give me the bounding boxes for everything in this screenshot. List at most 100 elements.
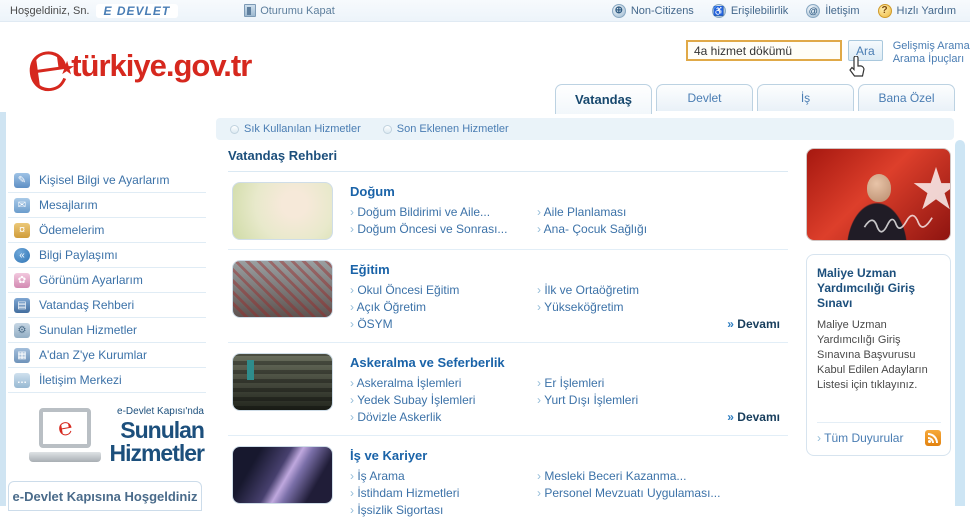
sidebar-item-label: Bilgi Paylaşımı <box>39 248 118 262</box>
service-link[interactable]: Okul Öncesi Eğitim <box>350 282 537 299</box>
advanced-search-link[interactable]: Gelişmiş Arama <box>893 40 970 53</box>
subnav-recent-label: Son Eklenen Hizmetler <box>397 123 509 135</box>
site-logo[interactable]: ℮★ türkiye.gov.tr <box>26 36 251 96</box>
service-link[interactable]: Açık Öğretim <box>350 299 537 316</box>
globe-icon <box>612 4 626 18</box>
link-accessibility[interactable]: Erişilebilirlik <box>712 4 788 18</box>
service-link[interactable]: İşsizlik Sigortası <box>350 502 537 519</box>
service-link[interactable]: Doğum Öncesi ve Sonrası... <box>350 221 537 238</box>
service-link[interactable]: Aile Planlaması <box>537 204 647 221</box>
service-link[interactable]: Er İşlemleri <box>537 375 638 392</box>
section-is-kariyer: İş ve Kariyer İş Arama İstihdam Hizmetle… <box>228 436 788 528</box>
link-quick-help[interactable]: Hızlı Yardım <box>878 4 957 18</box>
section-dogum: Doğum Doğum Bildirimi ve Aile... Doğum Ö… <box>228 172 788 250</box>
subnav-recent-services[interactable]: Son Eklenen Hizmetler <box>383 123 509 135</box>
subnav-frequent-services[interactable]: Sık Kullanılan Hizmetler <box>230 123 361 135</box>
service-link[interactable]: Mesleki Beceri Kazanma... <box>537 468 720 485</box>
ataturk-banner-image[interactable]: ★ <box>806 148 951 241</box>
service-link[interactable]: Personel Mevzuatı Uygulaması... <box>537 485 720 502</box>
service-link[interactable]: ÖSYM <box>350 316 537 333</box>
right-frame-strip <box>955 140 965 506</box>
section-title[interactable]: Askeralma ve Seferberlik <box>350 355 788 370</box>
search-button[interactable]: Ara <box>848 40 883 61</box>
building-icon <box>14 348 30 363</box>
sidebar-item-label: A'dan Z'ye Kurumlar <box>39 348 147 362</box>
service-link[interactable]: Ana- Çocuk Sağlığı <box>537 221 647 238</box>
left-frame-strip <box>0 112 6 506</box>
baby-photo[interactable] <box>232 182 333 240</box>
logout-button[interactable]: Oturumu Kapat <box>244 4 335 17</box>
more-link[interactable]: Devamı <box>727 317 780 331</box>
logo-e-icon: ℮★ <box>22 33 73 98</box>
sidebar-item-messages[interactable]: Mesajlarım <box>8 193 206 218</box>
at-icon <box>806 4 820 18</box>
sidebar-item-contact-center[interactable]: İletişim Merkezi <box>8 368 206 393</box>
promo-line-small: e-Devlet Kapısı'nda <box>109 407 204 417</box>
logo-text: türkiye.gov.tr <box>71 48 251 84</box>
tab-is[interactable]: İş <box>757 84 854 111</box>
sidebar-item-personal-info[interactable]: Kişisel Bilgi ve Ayarlarım <box>8 168 206 193</box>
service-link[interactable]: İlk ve Ortaöğretim <box>537 282 639 299</box>
handshake-photo[interactable] <box>232 446 333 504</box>
service-link[interactable]: Yurt Dışı İşlemleri <box>537 392 638 409</box>
page-title: Vatandaş Rehberi <box>228 148 788 172</box>
service-link[interactable]: İş Arama <box>350 468 537 485</box>
service-link[interactable]: Yükseköğretim <box>537 299 639 316</box>
section-title[interactable]: Eğitim <box>350 262 788 277</box>
welcome-text: Hoşgeldiniz, Sn. <box>10 5 90 17</box>
right-column: ★ Maliye Uzman Yardımcılığı Giriş Sınavı… <box>806 148 951 456</box>
tab-vatandas[interactable]: Vatandaş <box>555 84 652 114</box>
username: E DEVLET <box>96 4 179 18</box>
search-links: Gelişmiş Arama Arama İpuçları <box>893 40 970 66</box>
payments-icon <box>14 223 30 238</box>
tab-devlet[interactable]: Devlet <box>656 84 753 111</box>
topbar-quick-links: Non-Citizens Erişilebilirlik İletişim Hı… <box>612 4 970 18</box>
accessibility-icon <box>712 4 726 18</box>
sidebar-item-institutions-a-z[interactable]: A'dan Z'ye Kurumlar <box>8 343 206 368</box>
service-link[interactable]: Yedek Subay İşlemleri <box>350 392 537 409</box>
tab-bana-ozel[interactable]: Bana Özel <box>858 84 955 111</box>
rss-icon[interactable] <box>925 430 941 446</box>
link-contact[interactable]: İletişim <box>806 4 859 18</box>
service-link[interactable]: Dövizle Askerlik <box>350 409 537 426</box>
promo-line-big2: Hizmetler <box>109 442 204 465</box>
sidebar-item-payments[interactable]: Ödemelerim <box>8 218 206 243</box>
service-link[interactable]: İstihdam Hizmetleri <box>350 485 537 502</box>
sidebar-item-label: Ödemelerim <box>39 223 104 237</box>
search-tips-link[interactable]: Arama İpuçları <box>893 53 970 66</box>
soldiers-photo[interactable] <box>232 353 333 411</box>
section-title[interactable]: İş ve Kariyer <box>350 448 788 463</box>
sidebar-item-offered-services[interactable]: Sunulan Hizmetler <box>8 318 206 343</box>
all-announcements-link[interactable]: Tüm Duyurular <box>817 431 903 445</box>
sidebar-item-citizen-guide[interactable]: Vatandaş Rehberi <box>8 293 206 318</box>
search-input[interactable] <box>686 40 842 61</box>
main-tabs: Vatandaş Devlet İş Bana Özel <box>555 84 955 114</box>
sidebar-item-label: Kişisel Bilgi ve Ayarlarım <box>39 173 170 187</box>
topbar: Hoşgeldiniz, Sn. E DEVLET Oturumu Kapat … <box>0 0 970 22</box>
announcement-body: Maliye Uzman Yardımcılığı Giriş Sınavına… <box>817 318 940 393</box>
sidebar-item-label: Görünüm Ayarlarım <box>39 273 143 287</box>
palette-icon <box>14 273 30 288</box>
service-link[interactable]: Askeralma İşlemleri <box>350 375 537 392</box>
graduation-photo[interactable] <box>232 260 333 318</box>
sidebar-item-label: Vatandaş Rehberi <box>39 298 134 312</box>
sidebar-item-appearance[interactable]: Görünüm Ayarlarım <box>8 268 206 293</box>
subnav: Sık Kullanılan Hizmetler Son Eklenen Hiz… <box>216 118 954 140</box>
share-icon <box>14 248 30 263</box>
sidebar-item-label: Mesajlarım <box>39 198 98 212</box>
section-title[interactable]: Doğum <box>350 184 788 199</box>
mail-icon <box>14 198 30 213</box>
service-link[interactable]: Doğum Bildirimi ve Aile... <box>350 204 537 221</box>
services-promo-banner[interactable]: ℮ e-Devlet Kapısı'nda Sunulan Hizmetler <box>8 407 206 465</box>
sidebar-item-label: İletişim Merkezi <box>39 373 122 387</box>
sidebar-item-label: Sunulan Hizmetler <box>39 323 137 337</box>
session-info: Hoşgeldiniz, Sn. E DEVLET Oturumu Kapat <box>0 4 335 18</box>
sidebar-item-info-sharing[interactable]: Bilgi Paylaşımı <box>8 243 206 268</box>
figure-head <box>867 174 891 202</box>
more-link[interactable]: Devamı <box>727 410 780 424</box>
announcement-title[interactable]: Maliye Uzman Yardımcılığı Giriş Sınavı <box>817 266 940 311</box>
header: ℮★ türkiye.gov.tr Ara Gelişmiş Arama Ara… <box>0 22 970 114</box>
help-icon <box>878 4 892 18</box>
book-icon <box>14 298 30 313</box>
link-non-citizens[interactable]: Non-Citizens <box>612 4 694 18</box>
